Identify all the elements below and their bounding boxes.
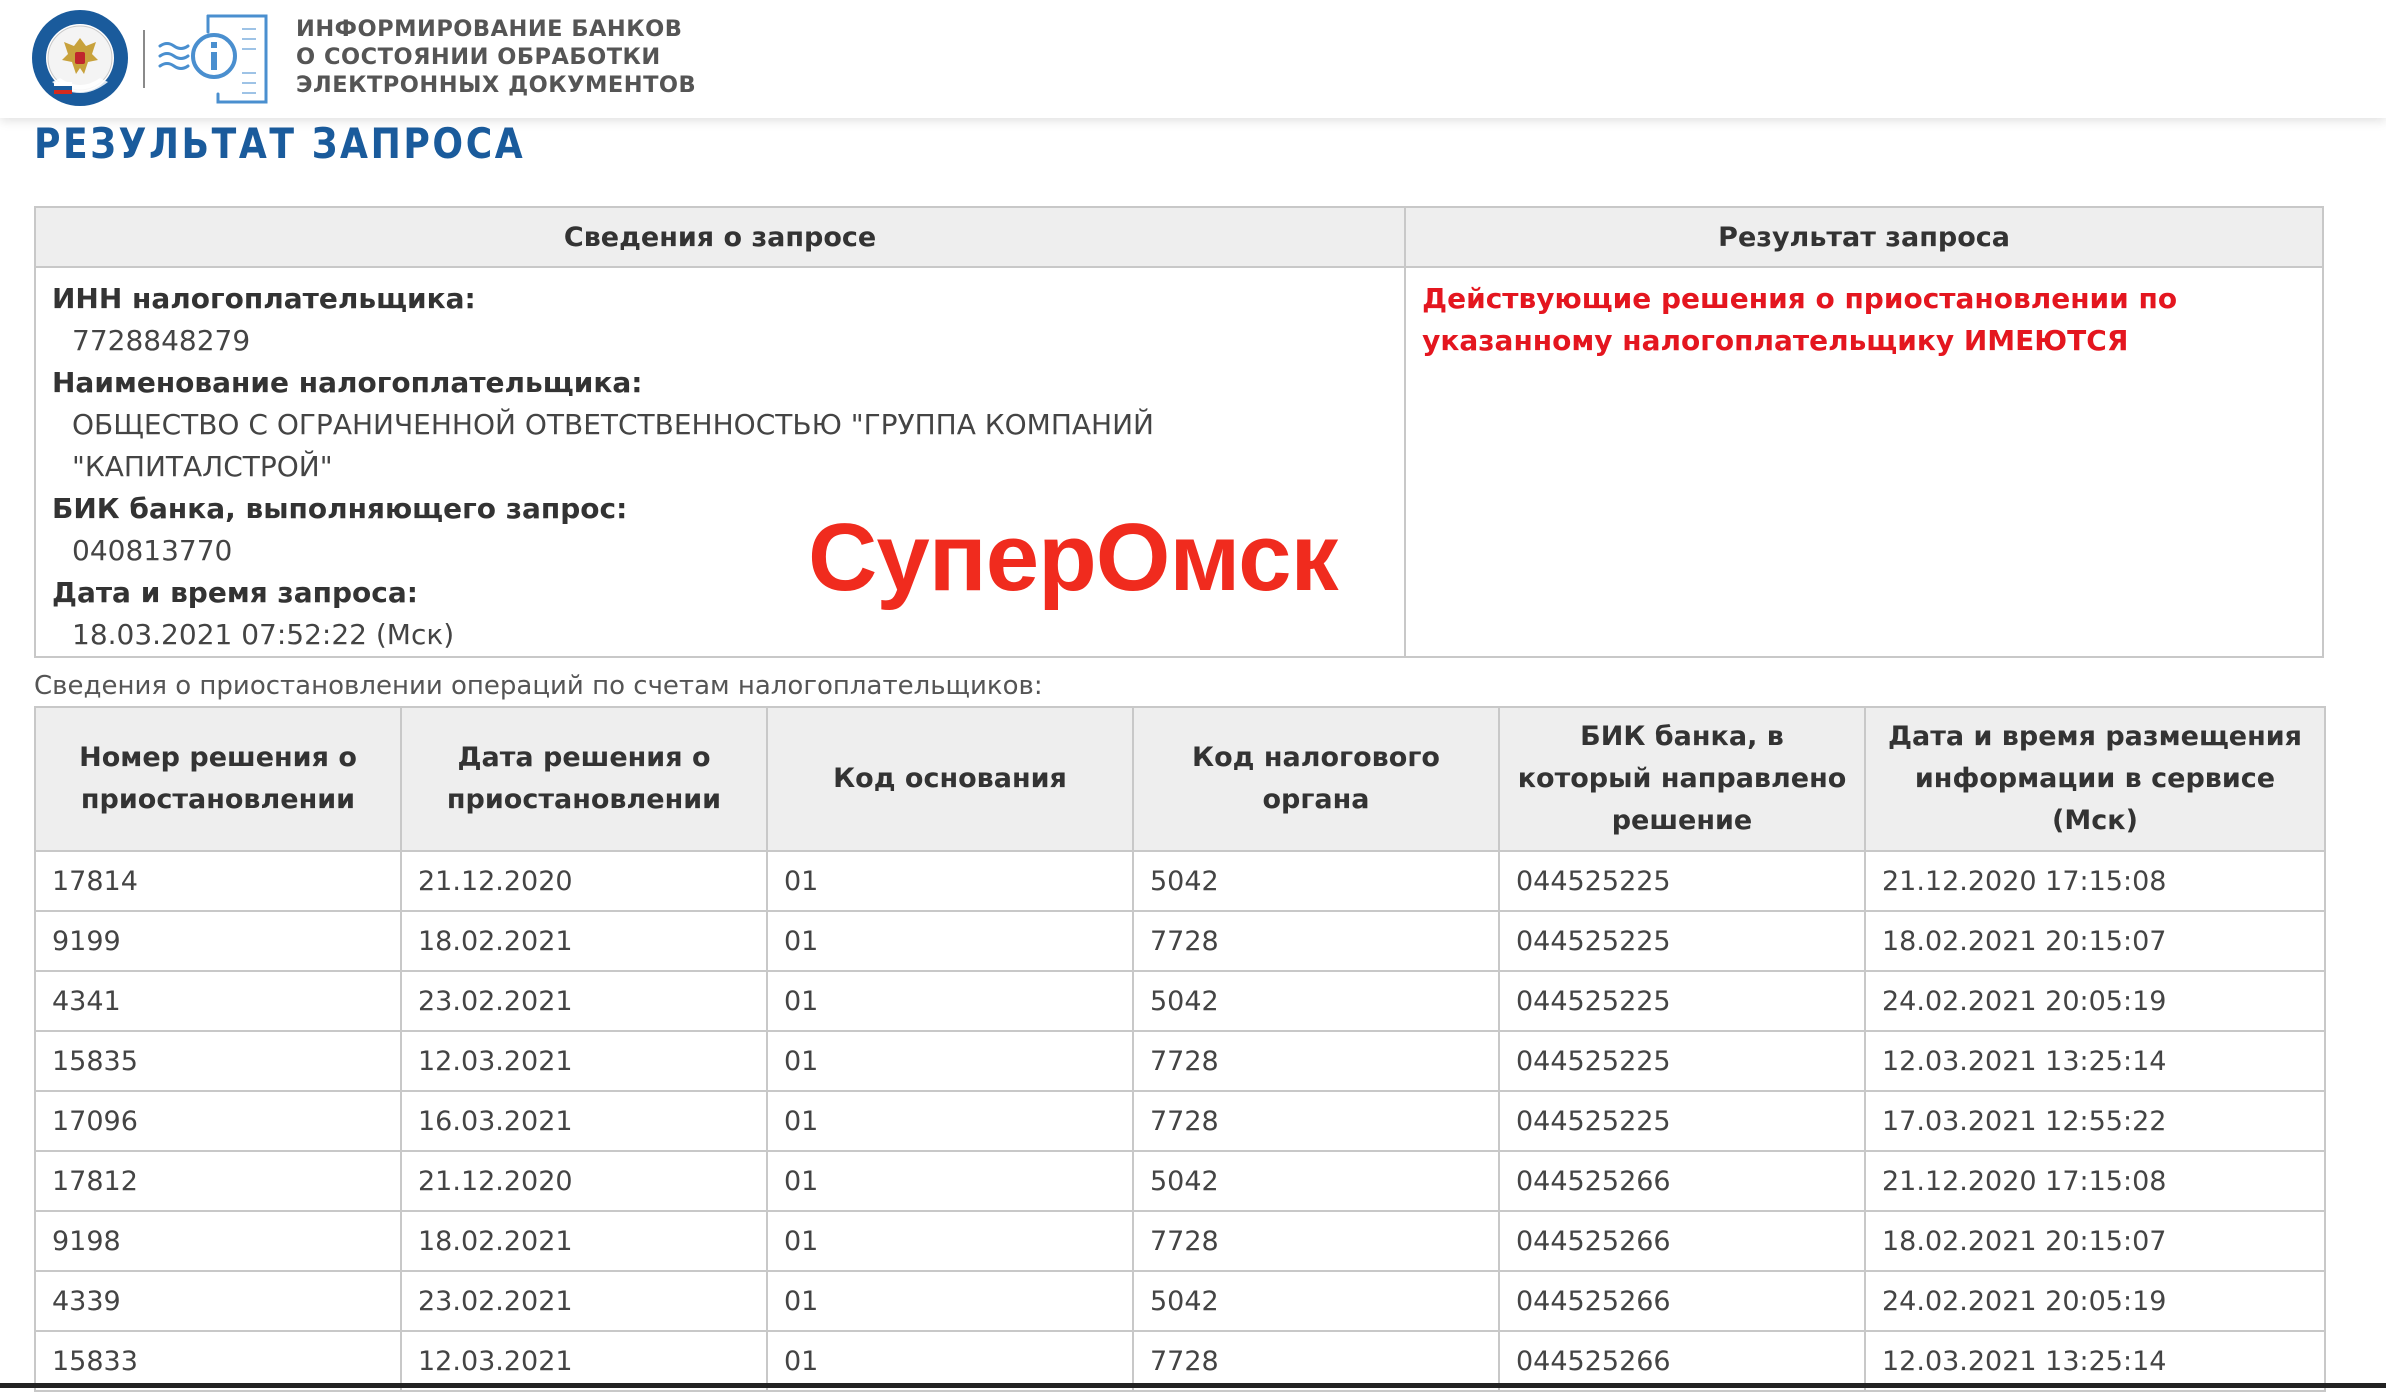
- decision-date-cell: 12.03.2021: [400, 1030, 768, 1092]
- reason-code-cell: 01: [766, 1030, 1134, 1092]
- decision-date-cell: 18.02.2021: [400, 1210, 768, 1272]
- bank-bik-cell: 044525225: [1498, 910, 1866, 972]
- tax-authority-code-cell: 7728: [1132, 1330, 1500, 1392]
- table-row: 9198 18.02.2021 01 7728 044525266 18.02.2021 …: [34, 1210, 2326, 1272]
- decision-date-cell: 12.03.2021: [400, 1330, 768, 1392]
- tax-authority-code-cell: 7728: [1132, 1030, 1500, 1092]
- table-row: 15835 12.03.2021 01 7728 044525225 12.03.2021…: [34, 1030, 2326, 1092]
- document-info-icon[interactable]: [158, 10, 270, 108]
- inn-value: 7728848279: [72, 324, 251, 357]
- decision-date-cell: 18.02.2021: [400, 910, 768, 972]
- reason-code-cell: 01: [766, 1150, 1134, 1212]
- bank-bik-cell: 044525225: [1498, 1090, 1866, 1152]
- posted-datetime-cell: 24.02.2021 20:05:19: [1864, 1270, 2326, 1332]
- tax-authority-code-cell: 7728: [1132, 910, 1500, 972]
- column-header-decision-date[interactable]: Дата решения о приостановлении: [400, 706, 768, 852]
- service-title-line: ИНФОРМИРОВАНИЕ БАНКОВ: [296, 16, 683, 42]
- suspensions-table-body: 17814 21.12.2020 01 5042 044525225 21.12.2020…: [34, 850, 2326, 1392]
- decision-date-cell: 23.02.2021: [400, 970, 768, 1032]
- fns-emblem-icon[interactable]: [30, 8, 130, 108]
- decision-number-cell: 17096: [34, 1090, 402, 1152]
- request-datetime-value: 18.03.2021 07:52:22 (Мск): [72, 618, 455, 651]
- table-row: 17814 21.12.2020 01 5042 044525225 21.12.2020…: [34, 850, 2326, 912]
- site-header: ИНФОРМИРОВАНИЕ БАНКОВ О СОСТОЯНИИ ОБРАБО…: [0, 0, 2386, 118]
- decision-number-cell: 17812: [34, 1150, 402, 1212]
- suspensions-header-row: Номер решения о приостановлении Дата реш…: [34, 706, 2326, 852]
- column-header-bank-bik[interactable]: БИК банка, в который направлено решение: [1498, 706, 1866, 852]
- bank-bik-cell: 044525225: [1498, 970, 1866, 1032]
- taxpayer-name-label: Наименование налогоплательщика:: [52, 366, 643, 399]
- table-row: 4341 23.02.2021 01 5042 044525225 24.02.2021 …: [34, 970, 2326, 1032]
- result-status-text: Действующие решения о приостановлении по…: [1422, 282, 2178, 357]
- decision-number-cell: 15835: [34, 1030, 402, 1092]
- posted-datetime-cell: 18.02.2021 20:15:07: [1864, 1210, 2326, 1272]
- inn-label: ИНН налогоплательщика:: [52, 282, 476, 315]
- bank-bik-cell: 044525266: [1498, 1150, 1866, 1212]
- bank-bik-cell: 044525266: [1498, 1270, 1866, 1332]
- column-header-request-result: Результат запроса: [1404, 206, 2324, 268]
- tax-authority-code-cell: 5042: [1132, 850, 1500, 912]
- reason-code-cell: 01: [766, 1270, 1134, 1332]
- decision-number-cell: 17814: [34, 850, 402, 912]
- posted-datetime-cell: 18.02.2021 20:15:07: [1864, 910, 2326, 972]
- column-header-request-details: Сведения о запросе: [33, 206, 1407, 268]
- request-result-cell: Действующие решения о приостановлении по…: [1404, 266, 2324, 658]
- table-row: 9199 18.02.2021 01 7728 044525225 18.02.2021 …: [34, 910, 2326, 972]
- decision-date-cell: 21.12.2020: [400, 850, 768, 912]
- header-divider: [143, 30, 145, 88]
- posted-datetime-cell: 24.02.2021 20:05:19: [1864, 970, 2326, 1032]
- decision-number-cell: 15833: [34, 1330, 402, 1392]
- column-header-tax-authority-code[interactable]: Код налогового органа: [1132, 706, 1500, 852]
- decision-date-cell: 16.03.2021: [400, 1090, 768, 1152]
- bottom-edge: [0, 1383, 2386, 1388]
- suspensions-table: Номер решения о приостановлении Дата реш…: [34, 706, 2326, 1392]
- service-title-line: О СОСТОЯНИИ ОБРАБОТКИ: [296, 44, 661, 70]
- tax-authority-code-cell: 7728: [1132, 1090, 1500, 1152]
- tax-authority-code-cell: 7728: [1132, 1210, 1500, 1272]
- bank-bik-cell: 044525266: [1498, 1210, 1866, 1272]
- posted-datetime-cell: 17.03.2021 12:55:22: [1864, 1090, 2326, 1152]
- service-title: ИНФОРМИРОВАНИЕ БАНКОВ О СОСТОЯНИИ ОБРАБО…: [296, 15, 696, 99]
- tax-authority-code-cell: 5042: [1132, 1150, 1500, 1212]
- posted-datetime-cell: 21.12.2020 17:15:08: [1864, 850, 2326, 912]
- table-row: 4339 23.02.2021 01 5042 044525266 24.02.2021 …: [34, 1270, 2326, 1332]
- decision-number-cell: 9198: [34, 1210, 402, 1272]
- reason-code-cell: 01: [766, 1330, 1134, 1392]
- reason-code-cell: 01: [766, 850, 1134, 912]
- request-info-header-row: Сведения о запросе Результат запроса: [33, 206, 2324, 268]
- posted-datetime-cell: 21.12.2020 17:15:08: [1864, 1150, 2326, 1212]
- column-header-posted-datetime[interactable]: Дата и время размещения информации в сер…: [1864, 706, 2326, 852]
- reason-code-cell: 01: [766, 1210, 1134, 1272]
- reason-code-cell: 01: [766, 1090, 1134, 1152]
- tax-authority-code-cell: 5042: [1132, 970, 1500, 1032]
- page-title: РЕЗУЛЬТАТ ЗАПРОСА: [34, 119, 526, 168]
- decision-number-cell: 4341: [34, 970, 402, 1032]
- bank-bik-cell: 044525225: [1498, 1030, 1866, 1092]
- suspensions-caption: Сведения о приостановлении операций по с…: [34, 671, 1043, 701]
- decision-number-cell: 4339: [34, 1270, 402, 1332]
- decision-date-cell: 23.02.2021: [400, 1270, 768, 1332]
- watermark-text: СуперОмск: [808, 504, 1339, 611]
- decision-date-cell: 21.12.2020: [400, 1150, 768, 1212]
- posted-datetime-cell: 12.03.2021 13:25:14: [1864, 1330, 2326, 1392]
- table-row: 17096 16.03.2021 01 7728 044525225 17.03.2021…: [34, 1090, 2326, 1152]
- bank-bik-cell: 044525266: [1498, 1330, 1866, 1392]
- reason-code-cell: 01: [766, 970, 1134, 1032]
- column-header-decision-number[interactable]: Номер решения о приостановлении: [34, 706, 402, 852]
- table-row: 15833 12.03.2021 01 7728 044525266 12.03.2021…: [34, 1330, 2326, 1392]
- column-header-reason-code[interactable]: Код основания: [766, 706, 1134, 852]
- bank-bik-cell: 044525225: [1498, 850, 1866, 912]
- decision-number-cell: 9199: [34, 910, 402, 972]
- taxpayer-name-value: ОБЩЕСТВО С ОГРАНИЧЕННОЙ ОТВЕТСТВЕННОСТЬЮ…: [72, 408, 1154, 483]
- reason-code-cell: 01: [766, 910, 1134, 972]
- tax-authority-code-cell: 5042: [1132, 1270, 1500, 1332]
- service-title-line: ЭЛЕКТРОННЫХ ДОКУМЕНТОВ: [296, 72, 697, 98]
- posted-datetime-cell: 12.03.2021 13:25:14: [1864, 1030, 2326, 1092]
- table-row: 17812 21.12.2020 01 5042 044525266 21.12.2020…: [34, 1150, 2326, 1212]
